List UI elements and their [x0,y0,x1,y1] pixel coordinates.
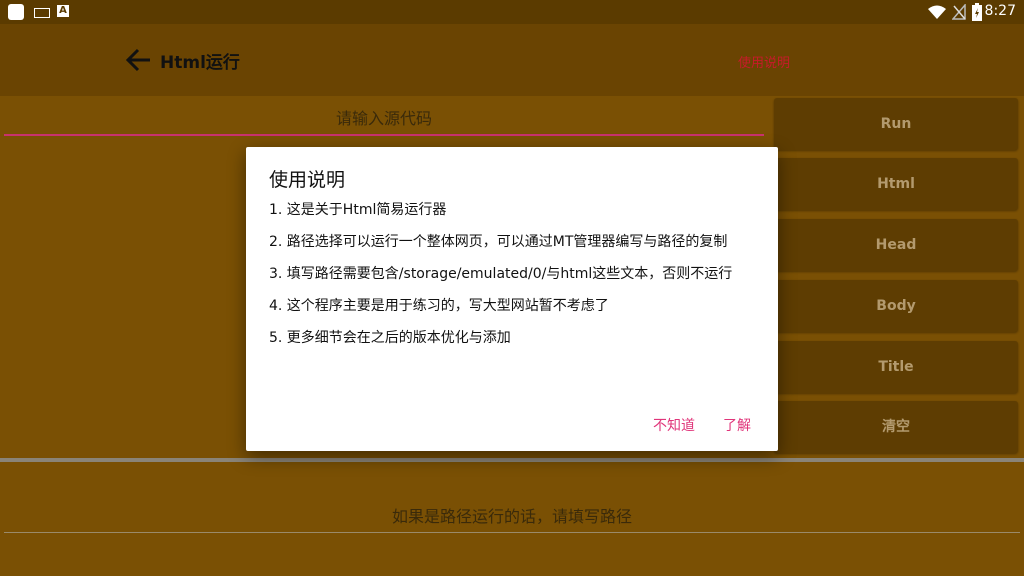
app-notification-icon [8,4,24,20]
page-title: Html运行 [160,53,240,73]
status-time: 8:27 [984,3,1016,19]
app-bar: Html运行 使用说明 [0,24,1024,96]
battery-charging-icon [972,3,982,21]
back-arrow-icon[interactable] [124,46,152,74]
body-button[interactable]: Body [774,280,1018,332]
understand-button[interactable]: 了解 [723,415,751,435]
status-bar: A 8:27 [0,0,1024,24]
dialog-line-5: 5. 更多细节会在之后的版本优化与添加 [269,330,511,346]
dialog-line-2: 2. 路径选择可以运行一个整体网页，可以通过MT管理器编写与路径的复制 [269,234,728,250]
keyboard-icon [34,8,50,18]
dialog-line-1: 1. 这是关于Html简易运行器 [269,202,447,218]
run-button[interactable]: Run [774,98,1018,150]
wifi-icon [928,5,946,19]
help-button[interactable]: 使用说明 [738,52,790,71]
head-button[interactable]: Head [774,219,1018,271]
path-input[interactable]: 如果是路径运行的话，请填写路径 [4,502,1020,533]
instructions-dialog: 使用说明 1. 这是关于Html简易运行器 2. 路径选择可以运行一个整体网页，… [246,147,778,451]
no-signal-icon [952,4,966,20]
source-code-input[interactable]: 请输入源代码 [4,104,764,136]
path-area: 如果是路径运行的话，请填写路径 [0,462,1024,576]
dialog-line-4: 4. 这个程序主要是用于练习的，写大型网站暂不考虑了 [269,298,609,314]
html-button[interactable]: Html [774,158,1018,210]
side-panel: Run Html Head Body Title 清空 [768,96,1024,458]
dialog-title: 使用说明 [269,169,346,191]
title-button[interactable]: Title [774,341,1018,393]
font-app-icon: A [57,5,69,17]
clear-button[interactable]: 清空 [774,401,1018,453]
dialog-line-3: 3. 填写路径需要包含/storage/emulated/0/与html这些文本… [269,266,733,282]
dont-know-button[interactable]: 不知道 [653,415,695,435]
dialog-message: 1. 这是关于Html简易运行器 2. 路径选择可以运行一个整体网页，可以通过M… [269,201,759,361]
